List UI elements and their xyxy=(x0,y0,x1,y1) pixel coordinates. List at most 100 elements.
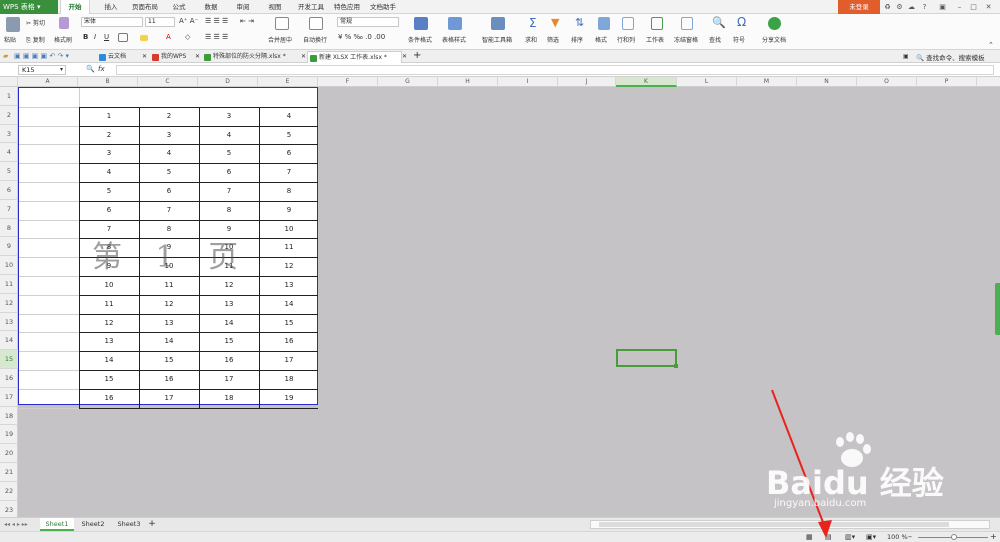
help-icon[interactable]: ? xyxy=(920,3,929,12)
table-cell[interactable]: 16 xyxy=(259,332,319,351)
table-cell[interactable]: 5 xyxy=(259,126,319,145)
find-icon[interactable]: 🔍 xyxy=(712,16,726,29)
formula-input[interactable] xyxy=(116,65,994,75)
table-cell[interactable]: 13 xyxy=(79,332,139,351)
column-header-p[interactable]: P xyxy=(917,77,977,87)
tab-formulas[interactable]: 公式 xyxy=(166,0,192,14)
row-header-16[interactable]: 16 xyxy=(0,369,18,388)
zoom-slider-thumb[interactable] xyxy=(951,534,957,540)
sheet-nav-arrows[interactable]: ◂◂ ◂ ▸ ▸▸ xyxy=(4,521,28,528)
merge-center-icon[interactable] xyxy=(275,17,289,30)
sort-icon[interactable]: ⇅ xyxy=(575,16,584,29)
column-header-k[interactable]: K xyxy=(616,77,677,87)
table-cell[interactable]: 13 xyxy=(139,314,199,333)
conditional-format-button[interactable]: 条件格式 xyxy=(408,35,432,44)
smart-toolbox-icon[interactable] xyxy=(491,17,505,30)
doc-tab-cloud[interactable]: 云文档 xyxy=(97,51,139,63)
format-painter-button[interactable]: 格式刷 xyxy=(54,35,72,44)
merge-center-button[interactable]: 合并居中 xyxy=(268,35,292,44)
row-header-6[interactable]: 6 xyxy=(0,181,18,200)
column-header-j[interactable]: J xyxy=(558,77,616,87)
paste-button[interactable]: 粘贴 xyxy=(4,35,16,44)
row-header-18[interactable]: 18 xyxy=(0,407,18,426)
sheet-tab-2[interactable]: Sheet2 xyxy=(76,518,110,531)
doc-tab-new-workbook[interactable]: 新建 XLSX 工作表.xlsx * xyxy=(307,51,402,63)
worksheet-icon[interactable] xyxy=(651,17,663,30)
skin-icon[interactable]: ♻ xyxy=(883,3,892,12)
table-cell[interactable]: 15 xyxy=(199,332,259,351)
doc-tab-fire-separation[interactable]: 特殊部位的防火分隔.xlsx * xyxy=(202,51,302,63)
column-header-m[interactable]: M xyxy=(737,77,797,87)
zoom-in-button[interactable]: + xyxy=(990,532,997,541)
bold-button[interactable]: B xyxy=(83,33,88,41)
horizontal-scrollbar[interactable] xyxy=(590,520,990,529)
column-header-i[interactable]: I xyxy=(498,77,558,87)
table-cell[interactable]: 15 xyxy=(259,314,319,333)
name-box-dropdown-icon[interactable]: ▾ xyxy=(60,66,63,73)
sheet-tab-1[interactable]: Sheet1 xyxy=(40,518,74,531)
new-tab-button[interactable]: + xyxy=(413,50,421,61)
tab-insert[interactable]: 插入 xyxy=(96,0,126,14)
column-header-e[interactable]: E xyxy=(258,77,318,87)
row-header-13[interactable]: 13 xyxy=(0,313,18,332)
table-cell[interactable]: 11 xyxy=(79,295,139,314)
table-cell[interactable]: 7 xyxy=(139,201,199,220)
format-painter-icon[interactable] xyxy=(59,17,69,29)
font-size-select[interactable]: 11 xyxy=(145,17,175,27)
table-cell[interactable]: 16 xyxy=(199,351,259,370)
table-cell[interactable]: 6 xyxy=(79,201,139,220)
maximize-icon[interactable]: □ xyxy=(969,3,978,12)
table-cell[interactable]: 17 xyxy=(199,370,259,389)
wrap-text-button[interactable]: 自动换行 xyxy=(303,35,327,44)
table-cell[interactable]: 12 xyxy=(79,314,139,333)
close-tab-icon[interactable]: ✕ xyxy=(301,53,306,60)
column-header-g[interactable]: G xyxy=(378,77,438,87)
name-box[interactable]: K15 xyxy=(18,65,66,75)
row-header-3[interactable]: 3 xyxy=(0,125,18,144)
eye-protect-icon[interactable]: ▣▾ xyxy=(866,533,876,541)
command-search-box[interactable]: 🔍 查找命令、搜索模板 xyxy=(916,52,985,62)
row-header-7[interactable]: 7 xyxy=(0,200,18,219)
find-button[interactable]: 查找 xyxy=(709,35,721,44)
quick-access-icons[interactable]: ▣ ▣ ▣ ▣ ↶ ↷ ▾ xyxy=(14,52,69,60)
rows-cols-icon[interactable] xyxy=(622,17,634,30)
table-cell[interactable]: 6 xyxy=(199,163,259,182)
table-cell[interactable]: 14 xyxy=(199,314,259,333)
italic-button[interactable]: I xyxy=(94,33,96,41)
table-cell[interactable]: 5 xyxy=(199,144,259,163)
format-button[interactable]: 格式 xyxy=(595,35,607,44)
cloud-sync-icon[interactable]: ☁ xyxy=(907,3,916,12)
column-header-a[interactable]: A xyxy=(18,77,78,87)
conditional-format-icon[interactable] xyxy=(414,17,428,30)
table-style-icon[interactable] xyxy=(448,17,462,30)
wps-app-menu-button[interactable]: WPS 表格 ▾ xyxy=(0,0,58,14)
zoom-level[interactable]: 100 % xyxy=(887,533,908,541)
close-tab-icon[interactable]: ✕ xyxy=(402,53,407,60)
row-header-22[interactable]: 22 xyxy=(0,482,18,501)
table-cell[interactable]: 4 xyxy=(79,163,139,182)
table-cell[interactable]: 19 xyxy=(259,389,319,408)
format-icon[interactable] xyxy=(598,17,610,30)
table-cell[interactable]: 3 xyxy=(139,126,199,145)
fill-handle[interactable] xyxy=(674,364,678,368)
doc-tab-mywps[interactable]: 我的WPS xyxy=(150,51,194,63)
close-tab-icon[interactable]: ✕ xyxy=(195,53,200,60)
table-cell[interactable]: 15 xyxy=(79,370,139,389)
table-cell[interactable]: 7 xyxy=(259,163,319,182)
underline-button[interactable]: U xyxy=(104,33,109,41)
align-top-icons[interactable]: ☰ ☰ ☰ xyxy=(205,17,228,25)
number-format-select[interactable]: 常规 xyxy=(337,17,399,27)
filter-button[interactable]: 筛选 xyxy=(547,35,559,44)
sum-icon[interactable]: Σ xyxy=(529,16,537,30)
row-header-9[interactable]: 9 xyxy=(0,237,18,257)
row-header-14[interactable]: 14 xyxy=(0,331,18,351)
freeze-panes-button[interactable]: 冻结窗格 xyxy=(674,35,698,44)
select-all-corner[interactable] xyxy=(0,77,18,87)
minimize-icon[interactable]: – xyxy=(955,3,964,12)
table-cell[interactable]: 13 xyxy=(259,276,319,295)
table-cell[interactable]: 12 xyxy=(259,257,319,276)
share-icon[interactable] xyxy=(768,17,781,30)
copy-button[interactable]: ⎘ 复制 xyxy=(26,35,45,45)
table-cell[interactable]: 7 xyxy=(199,182,259,201)
table-cell[interactable]: 14 xyxy=(259,295,319,314)
